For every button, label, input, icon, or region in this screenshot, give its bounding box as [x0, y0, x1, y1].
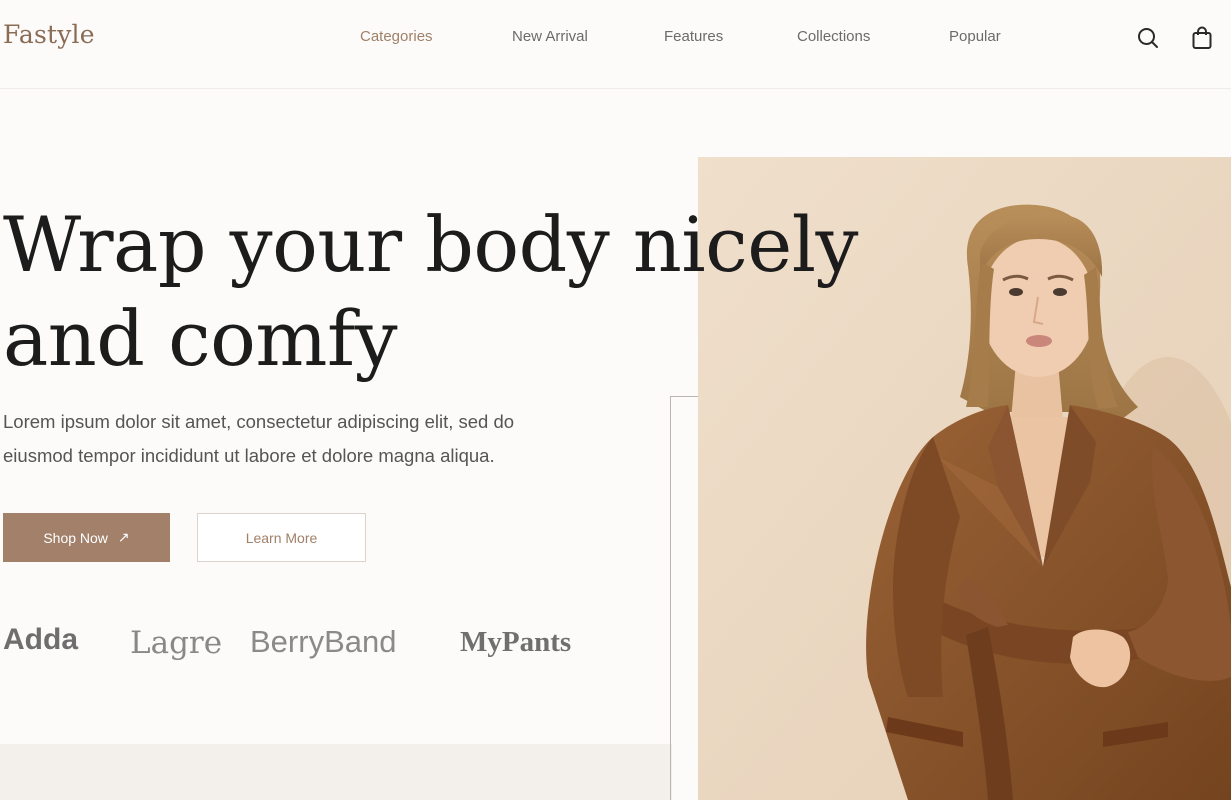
- brand-logo-lagre: Lagre: [130, 625, 223, 661]
- brand-logo-mypants: MyPants: [460, 626, 572, 658]
- hero-description-line-1: Lorem ipsum dolor sit amet, consectetur …: [3, 411, 515, 432]
- search-icon[interactable]: [1134, 24, 1162, 52]
- learn-more-label: Learn More: [245, 529, 318, 546]
- nav-categories[interactable]: Categories: [360, 28, 433, 45]
- learn-more-button[interactable]: Learn More: [197, 513, 366, 562]
- arrow-up-right-icon: ↗: [117, 529, 130, 545]
- shopping-bag-icon[interactable]: [1188, 24, 1216, 52]
- brand-logo-berryband: BerryBand: [250, 624, 397, 659]
- shop-now-label: Shop Now: [43, 529, 108, 546]
- hero-title-line-2: and comfy: [3, 294, 398, 383]
- logo[interactable]: Fastyle: [3, 20, 95, 49]
- bottom-band: [0, 744, 672, 800]
- nav-features[interactable]: Features: [664, 28, 723, 45]
- shop-now-button[interactable]: Shop Now ↗: [3, 513, 170, 562]
- site-header: Fastyle Categories New Arrival Features …: [0, 0, 1231, 89]
- hero-title-line-1: Wrap your body nicely: [3, 200, 858, 289]
- hero-title: Wrap your body nicely and comfy: [3, 198, 863, 386]
- nav-collections[interactable]: Collections: [797, 28, 870, 45]
- nav-new-arrival[interactable]: New Arrival: [512, 28, 588, 45]
- brand-logo-adda: Adda: [3, 623, 78, 656]
- nav-popular[interactable]: Popular: [949, 28, 1001, 45]
- hero-description-line-2: eiusmod tempor incididunt ut labore et d…: [3, 445, 495, 466]
- hero-description: Lorem ipsum dolor sit amet, consectetur …: [3, 405, 653, 473]
